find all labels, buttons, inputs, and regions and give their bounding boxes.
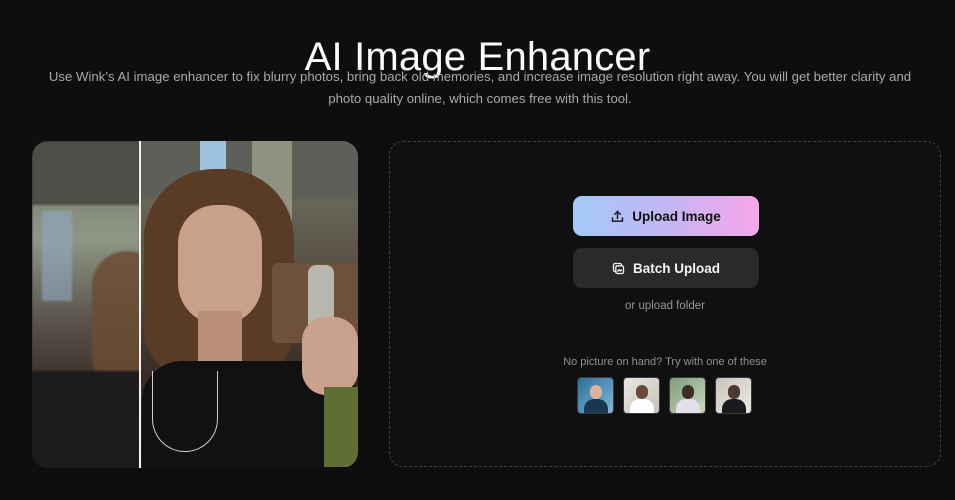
before-blurry-half: [32, 141, 162, 468]
sample-images-list: [577, 377, 757, 415]
batch-upload-icon: [612, 262, 625, 275]
batch-upload-label: Batch Upload: [632, 260, 720, 276]
upload-image-label: Upload Image: [632, 208, 721, 224]
sample-images-prompt: No picture on hand? Try with one of thes…: [563, 356, 767, 368]
upload-icon: [611, 210, 624, 223]
sample-image-3[interactable]: [669, 377, 706, 414]
before-after-demo-image[interactable]: [32, 141, 358, 468]
upload-dropzone[interactable]: Upload Image Batch Upload or upload fold…: [389, 141, 941, 467]
page-subtitle: Use Wink’s AI image enhancer to fix blur…: [48, 69, 912, 106]
sample-image-2[interactable]: [623, 377, 660, 414]
portrait-face: [178, 205, 262, 325]
upload-folder-link[interactable]: or upload folder: [390, 300, 940, 312]
comparison-slider-handle[interactable]: [139, 141, 141, 468]
upload-image-button[interactable]: Upload Image: [573, 196, 759, 236]
sample-image-4[interactable]: [715, 377, 752, 414]
batch-upload-button[interactable]: Batch Upload: [573, 248, 759, 288]
sample-image-1[interactable]: [577, 377, 614, 414]
